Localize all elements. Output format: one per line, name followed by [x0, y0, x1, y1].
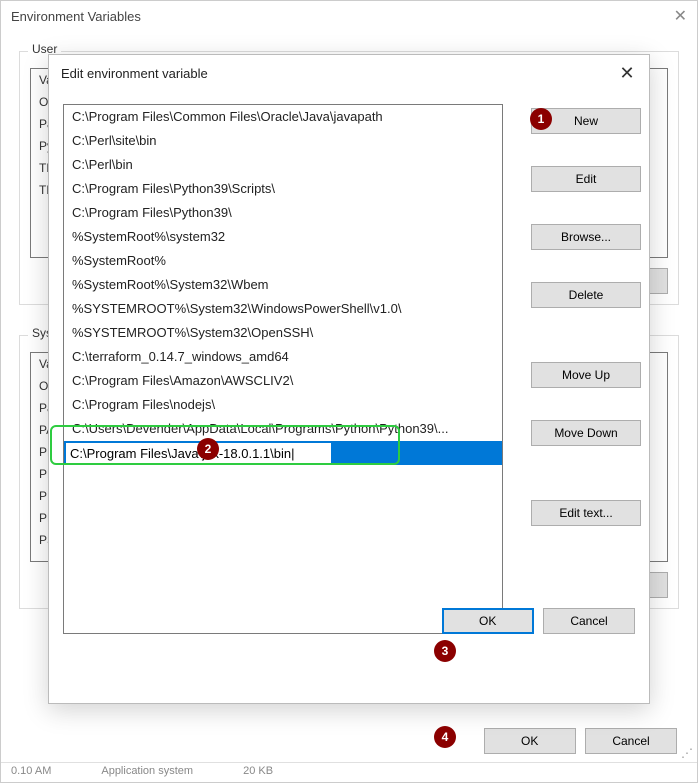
path-entry[interactable]: C:\Program Files\Common Files\Oracle\Jav…: [64, 105, 502, 129]
path-entry[interactable]: %SystemRoot%: [64, 249, 502, 273]
path-entry[interactable]: C:\Perl\site\bin: [64, 129, 502, 153]
move-down-button[interactable]: Move Down: [531, 420, 641, 446]
parent-close-icon[interactable]: ✕: [674, 6, 687, 26]
path-entry[interactable]: C:\Program Files\nodejs\: [64, 393, 502, 417]
path-entry-selected[interactable]: [64, 441, 502, 465]
parent-title: Environment Variables: [11, 9, 141, 24]
child-titlebar: Edit environment variable ✕: [49, 55, 649, 92]
status-time: 0.10 AM: [11, 765, 51, 780]
path-entry[interactable]: C:\Program Files\Python39\Scripts\: [64, 177, 502, 201]
path-entry[interactable]: C:\Users\Devender\AppData\Local\Programs…: [64, 417, 502, 441]
edit-env-var-dialog: Edit environment variable ✕ C:\Program F…: [48, 54, 650, 704]
path-entry[interactable]: C:\terraform_0.14.7_windows_amd64: [64, 345, 502, 369]
statusbar: 0.10 AM Application system 20 KB: [1, 762, 697, 782]
new-button[interactable]: New: [531, 108, 641, 134]
path-entry[interactable]: %SystemRoot%\system32: [64, 225, 502, 249]
path-edit-input[interactable]: [65, 442, 332, 464]
parent-titlebar: Environment Variables ✕: [1, 1, 697, 31]
child-body: C:\Program Files\Common Files\Oracle\Jav…: [49, 92, 649, 648]
parent-cancel-button[interactable]: Cancel: [585, 728, 677, 754]
parent-ok-button[interactable]: OK: [484, 728, 576, 754]
child-cancel-button[interactable]: Cancel: [543, 608, 635, 634]
status-size: 20 KB: [243, 765, 273, 780]
path-entry[interactable]: C:\Program Files\Python39\: [64, 201, 502, 225]
move-up-button[interactable]: Move Up: [531, 362, 641, 388]
child-title: Edit environment variable: [61, 66, 208, 81]
browse-button[interactable]: Browse...: [531, 224, 641, 250]
path-list[interactable]: C:\Program Files\Common Files\Oracle\Jav…: [63, 104, 503, 634]
path-entry[interactable]: %SYSTEMROOT%\System32\WindowsPowerShell\…: [64, 297, 502, 321]
child-close-icon[interactable]: ✕: [617, 63, 637, 84]
resize-grip-icon[interactable]: ⋰: [681, 746, 693, 758]
parent-bottom-buttons: OK Cancel: [478, 728, 677, 754]
child-bottom-buttons: OK Cancel: [436, 608, 635, 634]
path-entry[interactable]: %SYSTEMROOT%\System32\OpenSSH\: [64, 321, 502, 345]
child-ok-button[interactable]: OK: [442, 608, 534, 634]
side-buttons: New Edit Browse... Delete Move Up Move D…: [525, 108, 635, 526]
status-type: Application system: [101, 765, 193, 780]
path-entry[interactable]: C:\Perl\bin: [64, 153, 502, 177]
delete-button[interactable]: Delete: [531, 282, 641, 308]
edit-button[interactable]: Edit: [531, 166, 641, 192]
path-entry[interactable]: C:\Program Files\Amazon\AWSCLIV2\: [64, 369, 502, 393]
path-entry[interactable]: %SystemRoot%\System32\Wbem: [64, 273, 502, 297]
edit-text-button[interactable]: Edit text...: [531, 500, 641, 526]
